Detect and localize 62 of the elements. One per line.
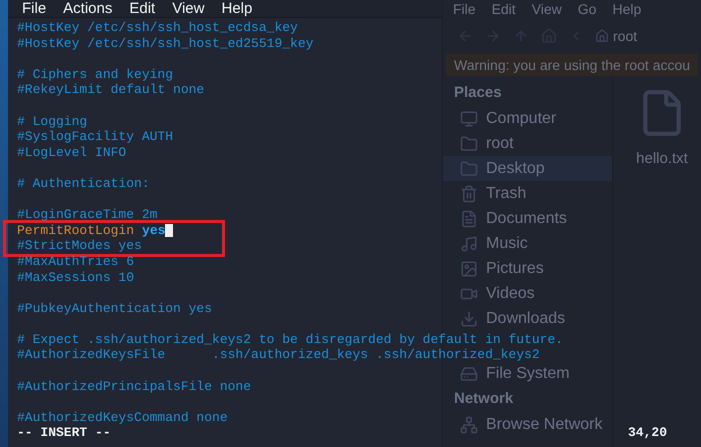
up-icon[interactable] [513,28,529,44]
code-line: #AuthorizedKeysCommand none [17,410,228,426]
code-line: #RekeyLimit default none [17,82,204,98]
menu-item[interactable]: View [172,0,204,20]
menu-item[interactable]: Edit [129,0,156,20]
cursor-position: 34,20 [628,425,667,442]
home-icon [595,29,609,43]
path-button[interactable]: root [595,26,638,46]
code-line: #StrictModes yes [17,238,142,254]
code-line: #HostKey /etc/ssh/ssh_host_ed25519_key [17,36,314,52]
vim-mode-indicator: -- INSERT -- [17,425,111,442]
sidebar-item[interactable]: Pictures [443,256,612,281]
sidebar-item[interactable]: Music [443,231,612,256]
sidebar-item[interactable]: Computer [443,106,612,131]
menu-item[interactable]: Help [612,0,642,20]
sidebar-item[interactable]: Documents [443,206,612,231]
code-line: #MaxSessions 10 [17,270,134,286]
code-line: # Logging [17,114,88,130]
folder-icon [460,134,478,152]
sidebar-item[interactable]: Desktop [443,156,612,181]
back-icon[interactable] [457,28,473,44]
sidebar-item[interactable]: File System [443,361,612,386]
code-line: #LogLevel INFO [17,144,126,160]
image-icon [460,260,478,278]
computer-icon [460,110,478,128]
code-line: #PubkeyAuthentication yes [17,300,212,316]
menu-item[interactable]: View [532,0,562,20]
code-line: #SyslogFacility AUTH [17,129,174,145]
menu-item[interactable]: Help [221,0,252,20]
code-line: #MaxAuthTries 6 [17,254,134,270]
directive-value: yes [142,222,166,238]
home-icon[interactable] [541,28,557,44]
menu-item[interactable]: File [22,0,46,20]
sidebar-item[interactable]: Videos [443,281,612,306]
forward-icon[interactable] [485,28,501,44]
directive-key: PermitRootLogin [17,222,134,238]
section-header: Network [453,388,514,409]
drive-icon [460,364,478,382]
code-line: # Ciphers and keying [17,66,174,82]
sidebar-item[interactable]: Trash [443,181,612,206]
code-line: # Authentication: [17,176,150,192]
download-icon [460,310,478,328]
menu-item[interactable]: Go [578,0,596,20]
music-icon [460,234,478,252]
trash-icon [460,184,478,202]
sidebar-item[interactable]: root [443,131,612,156]
menu-item[interactable]: Edit [492,0,516,20]
folder-icon [460,160,478,178]
code-line: #LoginGraceTime 2m [17,207,158,223]
sidebar-item[interactable]: Downloads [443,306,612,331]
network-icon [460,416,478,434]
code-line: # Expect .ssh/authorized_keys2 to be disregarded by default in future. [17,332,564,348]
code-line: #AuthorizedKeysFile .ssh/authorized_keys .ssh/authorized_keys2 [17,347,540,364]
menu-item[interactable]: Actions [63,0,112,20]
document-icon [460,210,478,228]
menu-item[interactable]: File [453,0,476,20]
file-name[interactable]: hello.txt [636,148,688,170]
section-header: Places [453,82,503,103]
warning-bar: Warning: you are using the root accou [446,54,698,76]
code-line: #AuthorizedPrincipalsFile none [17,378,252,394]
sidebar-item[interactable]: Browse Network [443,412,612,437]
code-line: #HostKey /etc/ssh/ssh_host_ecdsa_key [17,20,298,36]
